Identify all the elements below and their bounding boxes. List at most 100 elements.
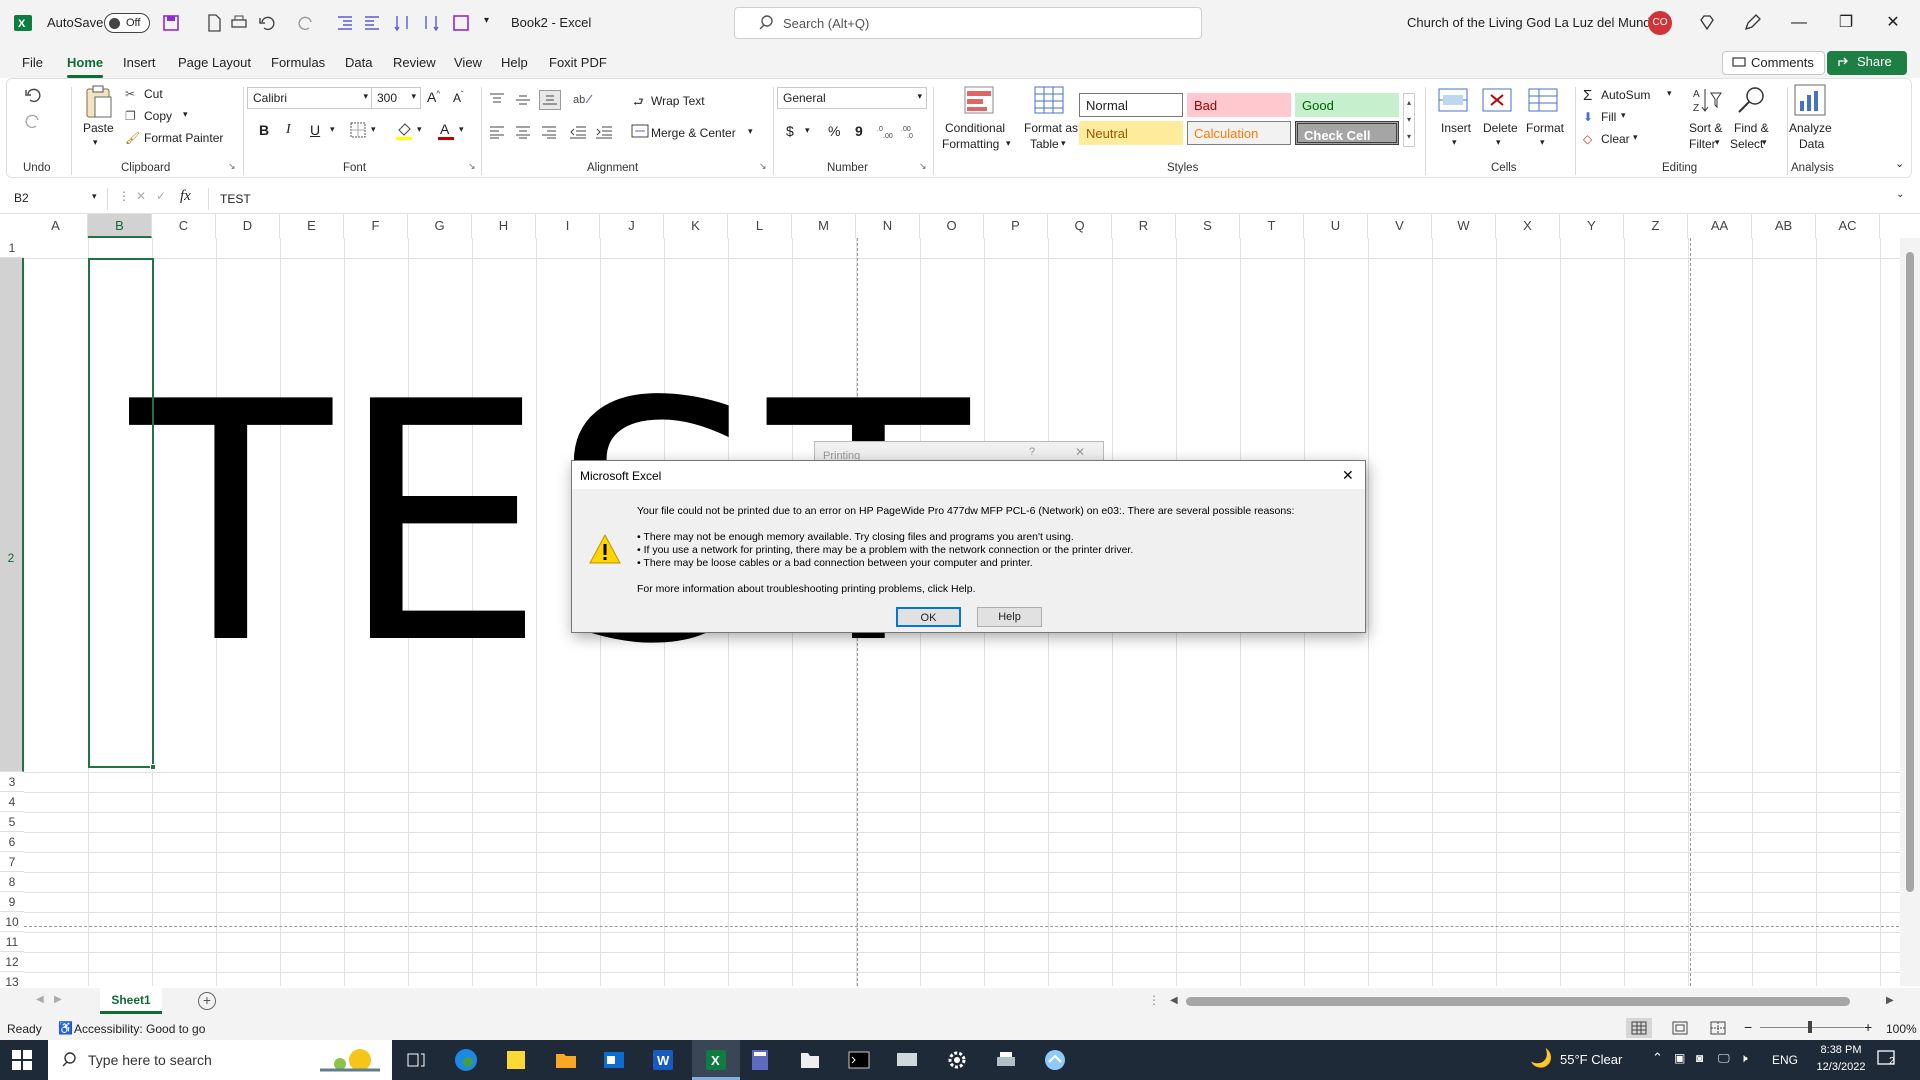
decrease-indent-icon[interactable]	[569, 125, 587, 139]
increase-font-icon[interactable]: A^	[427, 89, 440, 105]
clear-button[interactable]: Clear	[1601, 132, 1630, 146]
column-header[interactable]: H	[472, 214, 536, 238]
row-header[interactable]: 10	[0, 912, 24, 932]
font-launcher-icon[interactable]: ↘	[468, 161, 476, 172]
row-header[interactable]: 1	[0, 238, 24, 258]
collapse-ribbon-icon[interactable]: ⌄	[1895, 157, 1904, 170]
task-view-icon[interactable]	[404, 1048, 428, 1072]
font-family-select[interactable]: Calibri ▾	[247, 87, 373, 109]
tab-page-layout[interactable]: Page Layout	[178, 55, 251, 70]
zoom-level[interactable]: 100%	[1886, 1022, 1917, 1036]
font-color-icon[interactable]: A	[437, 121, 455, 141]
avatar[interactable]: CO	[1648, 11, 1672, 35]
autosum-icon[interactable]: Σ	[1583, 87, 1592, 104]
increase-decimal-icon[interactable]: .0.00	[877, 123, 897, 139]
style-normal[interactable]: Normal	[1079, 93, 1183, 117]
edge-icon[interactable]	[454, 1048, 478, 1072]
column-header[interactable]: T	[1240, 214, 1304, 238]
file-explorer-icon[interactable]	[554, 1048, 578, 1072]
find-select-icon[interactable]	[1735, 85, 1767, 115]
tab-foxit-pdf[interactable]: Foxit PDF	[549, 55, 607, 70]
clock-time[interactable]: 8:38 PM	[1814, 1044, 1868, 1056]
cut-button[interactable]: Cut	[144, 87, 163, 101]
prev-sheet-icon[interactable]: ◀	[36, 994, 44, 1005]
new-file-icon[interactable]	[204, 13, 224, 33]
volume-muted-icon[interactable]: 🕨	[1740, 1051, 1748, 1066]
folder-icon[interactable]	[798, 1048, 822, 1072]
sort-filter-icon[interactable]: AZ	[1691, 85, 1723, 115]
diamond-icon[interactable]	[1697, 13, 1717, 33]
insert-dropdown-icon[interactable]: ▾	[1452, 137, 1457, 148]
column-header[interactable]: AC	[1816, 214, 1880, 238]
comma-button[interactable]: 9	[855, 123, 863, 139]
tab-split-handle[interactable]: ⋮	[1148, 993, 1160, 1007]
scroll-left-icon[interactable]: ◀	[1170, 995, 1178, 1006]
printing-help-icon[interactable]: ?	[1029, 446, 1035, 458]
column-header[interactable]: E	[280, 214, 344, 238]
fill-icon[interactable]: ⬇	[1583, 110, 1593, 124]
fill-button[interactable]: Fill	[1601, 110, 1616, 124]
tab-data[interactable]: Data	[345, 55, 372, 70]
save-as-icon[interactable]	[451, 13, 471, 33]
row-header[interactable]: 7	[0, 852, 24, 872]
fill-dropdown-icon[interactable]: ▾	[1621, 110, 1626, 121]
clipboard-launcher-icon[interactable]: ↘	[228, 161, 236, 172]
conditional-dropdown-icon[interactable]: ▾	[1006, 138, 1011, 149]
autosum-button[interactable]: AutoSum	[1601, 88, 1650, 102]
sticky-notes-icon[interactable]	[504, 1048, 528, 1072]
tab-review[interactable]: Review	[393, 55, 436, 70]
column-header[interactable]: J	[600, 214, 664, 238]
increase-indent-icon[interactable]	[595, 125, 613, 139]
column-header[interactable]: D	[216, 214, 280, 238]
undo-icon[interactable]	[257, 13, 277, 33]
currency-button[interactable]: $	[786, 123, 794, 139]
clock-date[interactable]: 12/3/2022	[1814, 1061, 1868, 1073]
zoom-out-icon[interactable]: −	[1744, 1019, 1752, 1035]
pen-icon[interactable]	[1742, 13, 1762, 33]
wrap-text-icon[interactable]: ⮐	[633, 93, 644, 114]
column-header[interactable]: Q	[1048, 214, 1112, 238]
number-launcher-icon[interactable]: ↘	[919, 161, 927, 172]
autosave-toggle[interactable]: Off	[104, 13, 150, 33]
outdent-icon[interactable]	[362, 13, 382, 33]
printer-app-icon[interactable]	[994, 1048, 1018, 1072]
notification-icon[interactable]: 2	[1876, 1048, 1898, 1070]
row-header[interactable]: 2	[0, 258, 24, 772]
style-calculation[interactable]: Calculation	[1187, 121, 1291, 145]
column-header[interactable]: W	[1432, 214, 1496, 238]
tab-insert[interactable]: Insert	[123, 55, 156, 70]
number-format-select[interactable]: General ▾	[777, 87, 927, 109]
word-icon[interactable]: W	[651, 1048, 675, 1072]
paste-icon[interactable]	[83, 85, 115, 119]
align-left-icon[interactable]	[489, 125, 505, 139]
column-header[interactable]: X	[1496, 214, 1560, 238]
row-header[interactable]: 5	[0, 812, 24, 832]
horizontal-scroll-thumb[interactable]	[1186, 997, 1850, 1006]
sort-filter-button[interactable]: Sort &	[1689, 121, 1722, 135]
paste-dropdown-icon[interactable]: ▾	[93, 137, 98, 148]
zoom-in-icon[interactable]: +	[1864, 1019, 1872, 1035]
delete-cells-icon[interactable]	[1481, 85, 1513, 115]
column-header[interactable]: U	[1304, 214, 1368, 238]
column-header[interactable]: AB	[1752, 214, 1816, 238]
column-header[interactable]: V	[1368, 214, 1432, 238]
style-check-cell[interactable]: Check Cell	[1295, 121, 1399, 145]
italic-button[interactable]: I	[286, 122, 291, 138]
font-size-select[interactable]: 300 ▾	[371, 87, 421, 109]
dialog-close-icon[interactable]: ✕	[1342, 467, 1354, 484]
terminal-icon[interactable]	[847, 1048, 871, 1072]
column-header[interactable]: C	[152, 214, 216, 238]
comments-button[interactable]: Comments	[1722, 51, 1825, 75]
column-header[interactable]: Z	[1624, 214, 1688, 238]
column-header[interactable]: F	[344, 214, 408, 238]
tab-view[interactable]: View	[454, 55, 482, 70]
insert-function-icon[interactable]: fx	[180, 188, 191, 205]
column-header[interactable]: AA	[1688, 214, 1752, 238]
outlook-icon[interactable]	[602, 1048, 626, 1072]
column-header[interactable]: O	[920, 214, 984, 238]
cancel-entry-icon[interactable]: ✕	[136, 189, 146, 203]
align-middle-icon[interactable]	[515, 93, 531, 107]
merge-center-icon[interactable]	[631, 123, 649, 139]
copy-icon[interactable]: ❐	[125, 109, 136, 123]
redo-icon[interactable]	[296, 13, 316, 33]
